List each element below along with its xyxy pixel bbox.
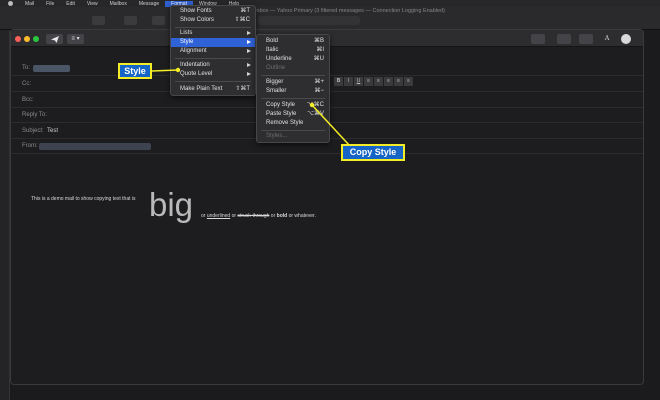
callout-copy-style: Copy Style [341, 144, 405, 161]
callout-leader-lines [151, 67, 351, 147]
callout-style: Style [118, 63, 152, 79]
